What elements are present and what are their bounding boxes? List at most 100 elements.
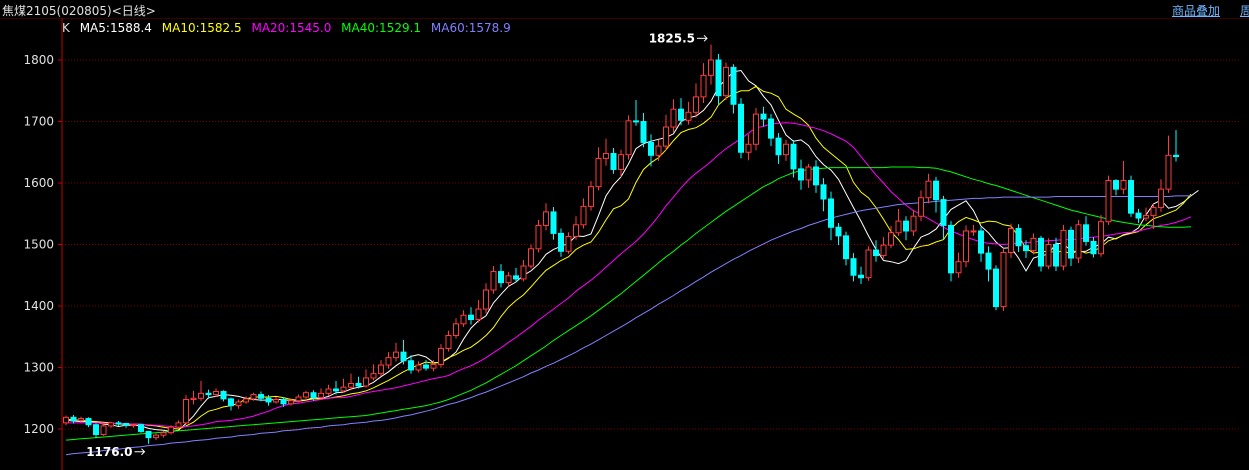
candle: [160, 430, 167, 438]
candle-body-down: [798, 168, 804, 181]
candle-body-up: [438, 347, 444, 365]
candle-body-up: [745, 143, 752, 153]
candle: [753, 107, 759, 151]
legend-ma5: MA5:1588.4: [79, 21, 152, 35]
candle: [940, 195, 947, 239]
candle: [603, 138, 609, 166]
candle-body-up: [130, 424, 137, 427]
candle: [190, 390, 197, 405]
candle: [123, 422, 129, 428]
candle-body-down: [423, 364, 429, 369]
candle: [1150, 203, 1157, 230]
candle-body-up: [273, 398, 279, 403]
candle-body-up: [670, 108, 677, 128]
candle: [528, 244, 534, 269]
candle: [933, 176, 939, 213]
candle: [265, 395, 272, 406]
candle-body-up: [895, 220, 902, 234]
candle: [633, 99, 639, 126]
candle-body-up: [910, 215, 917, 232]
candle-body-up: [445, 335, 452, 349]
candle-body-down: [940, 199, 947, 226]
candle: [813, 160, 819, 193]
candle-body-up: [708, 59, 714, 76]
candle-body-up: [880, 244, 887, 257]
candle-body-up: [700, 74, 707, 98]
candle: [1068, 226, 1074, 267]
candle: [490, 266, 497, 294]
y-tick-label: 1400: [23, 299, 54, 313]
candle-body-down: [775, 137, 782, 156]
candle: [798, 159, 804, 190]
candle: [228, 397, 234, 411]
candle-body-up: [865, 249, 872, 279]
candle: [363, 369, 369, 388]
candle: [948, 221, 954, 282]
candle: [63, 415, 69, 426]
candle: [325, 384, 332, 396]
candle: [873, 240, 879, 262]
candle: [625, 115, 632, 160]
candle: [1113, 179, 1119, 196]
candle-body-up: [1075, 224, 1082, 259]
candle: [183, 395, 189, 425]
candle: [213, 388, 219, 398]
candle: [1075, 219, 1082, 263]
candle: [730, 64, 737, 114]
candle: [295, 394, 302, 403]
candle: [880, 237, 887, 259]
candle-body-down: [903, 220, 909, 232]
candle: [1023, 240, 1029, 259]
candle: [858, 266, 864, 284]
candle: [1000, 248, 1007, 311]
candle-body-down: [843, 235, 849, 260]
candle-body-up: [190, 397, 197, 400]
candle: [423, 360, 429, 371]
candle: [955, 252, 962, 278]
candle: [498, 264, 504, 288]
candle: [1053, 237, 1059, 271]
candle-body-up: [108, 422, 114, 427]
candle: [678, 98, 684, 126]
candle-body-down: [355, 382, 362, 387]
candle: [723, 62, 729, 100]
candle-body-down: [115, 422, 122, 425]
candle-body-down: [498, 271, 504, 284]
candle-body-down: [978, 230, 984, 254]
candle: [888, 226, 894, 249]
low-price-label: 1176.0: [86, 445, 132, 459]
weekly-link[interactable]: 周: [1240, 2, 1249, 19]
candle: [1120, 160, 1127, 195]
candle-body-up: [1158, 188, 1164, 209]
candle-body-up: [625, 120, 632, 156]
candle-body-up: [955, 261, 962, 274]
candle-body-down: [835, 226, 842, 237]
candle-body-down: [1015, 228, 1022, 247]
candle: [805, 163, 812, 188]
candlestick-chart[interactable]: 1800 1700 1600 1500 1400 1300 1200 1825.5 1176.…: [0, 0, 1249, 470]
candle: [775, 133, 782, 164]
candle-body-down: [333, 388, 339, 392]
candle-body-down: [738, 103, 744, 153]
candle-body-down: [123, 422, 129, 426]
grid: 1800 1700 1600 1500 1400 1300 1200: [23, 18, 1240, 470]
candle: [565, 232, 572, 254]
candle-body-up: [1120, 180, 1127, 190]
candle-body-up: [925, 180, 932, 199]
candle-body-up: [340, 386, 347, 392]
candle-body-down: [1083, 224, 1089, 242]
candle: [790, 139, 797, 178]
candle-body-down: [1173, 154, 1179, 158]
candle-body-up: [655, 145, 662, 156]
candle-body-up: [1030, 237, 1037, 252]
candle-body-up: [415, 364, 422, 371]
candle: [573, 216, 579, 240]
commodity-overlay-link[interactable]: 商品叠加: [1172, 2, 1220, 19]
candle-body-down: [850, 258, 857, 276]
candle-body-down: [813, 166, 819, 186]
ma-line-ma20: [66, 122, 1192, 428]
candle-body-up: [453, 323, 459, 337]
legend-ma20: MA20:1545.0: [251, 21, 332, 35]
candle: [768, 114, 774, 147]
candle-body-up: [783, 143, 789, 156]
